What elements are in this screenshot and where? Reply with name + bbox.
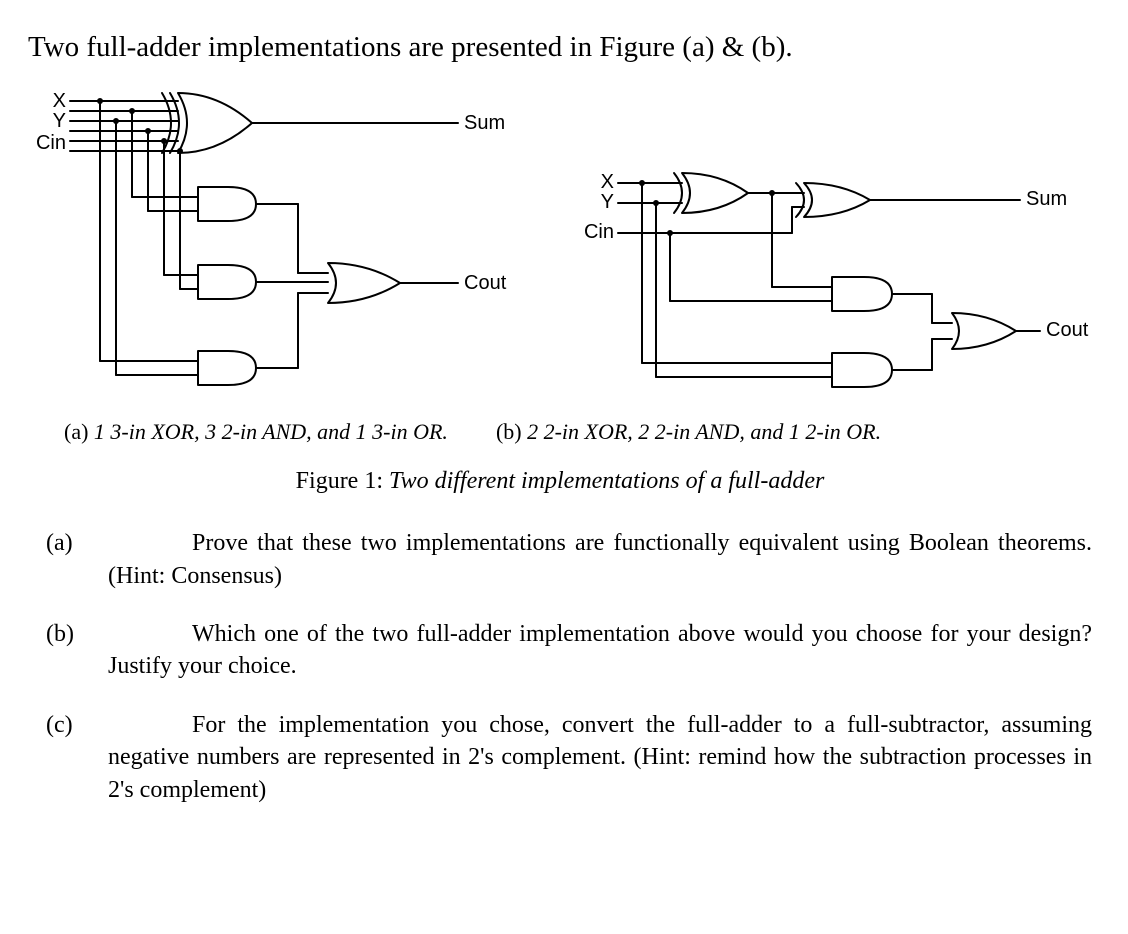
xor-gate-icon [796,183,870,217]
label-sum: Sum [1026,188,1067,210]
figure-number: Figure 1: [296,468,389,494]
and-gate-icon [832,277,892,311]
label-cout: Cout [1046,319,1089,341]
label-cin: Cin [584,221,614,243]
and-gate-icon [832,353,892,387]
question-a-text: Prove that these two implementations are… [108,530,1092,588]
label-x: X [53,90,66,112]
label-x: X [601,171,614,193]
subfigure-b: X Y Cin Sum [572,153,1092,413]
xor-gate-icon [674,173,748,213]
question-b-text: Which one of the two full-adder implemen… [108,621,1092,679]
question-b-tag: (b) [46,618,94,650]
problem-intro: Two full-adder implementations are prese… [28,28,1092,67]
and-gate-icon [198,265,256,299]
label-sum: Sum [464,112,505,134]
subcaption-b: (b) 2 2-in XOR, 2 2-in AND, and 1 2-in O… [496,417,881,447]
figure-caption-text: Two different implementations of a full-… [389,468,824,494]
subcaption-a: (a) 1 3-in XOR, 3 2-in AND, and 1 3-in O… [64,417,448,447]
xor3-gate-icon [162,93,252,153]
label-cout: Cout [464,272,507,294]
subcaption-a-lead: (a) [64,419,94,444]
question-c-text: For the implementation you chose, conver… [108,712,1092,803]
question-b: (b) Which one of the two full-adder impl… [28,618,1092,683]
or3-gate-icon [328,263,400,303]
subfigure-a: X Y Cin Sum [28,83,548,413]
and-gate-icon [198,351,256,385]
subcaption-b-text: 2 2-in XOR, 2 2-in AND, and 1 2-in OR. [527,419,881,444]
question-c: (c) For the implementation you chose, co… [28,709,1092,806]
figure-row: X Y Cin Sum [28,83,1092,413]
and-gate-icon [198,187,256,221]
label-y: Y [53,110,66,132]
question-c-tag: (c) [46,709,94,741]
label-cin: Cin [36,132,66,154]
label-y: Y [601,191,614,213]
figure-caption: Figure 1: Two different implementations … [28,465,1092,497]
question-a: (a) Prove that these two implementations… [28,527,1092,592]
or-gate-icon [952,313,1016,349]
circuit-b-svg: X Y Cin Sum [572,153,1092,413]
subcaption-row: (a) 1 3-in XOR, 3 2-in AND, and 1 3-in O… [28,417,1092,447]
circuit-a-svg: X Y Cin Sum [28,83,548,413]
subcaption-a-text: 1 3-in XOR, 3 2-in AND, and 1 3-in OR. [94,419,448,444]
question-a-tag: (a) [46,527,94,559]
subcaption-b-lead: (b) [496,419,527,444]
